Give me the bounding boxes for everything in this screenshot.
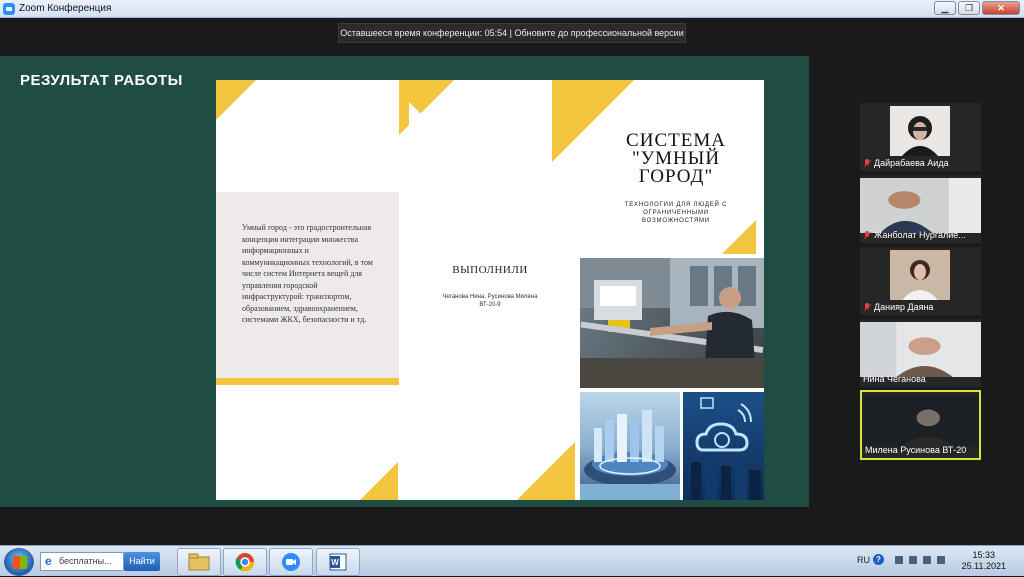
tray-app-icon[interactable] [895, 556, 903, 564]
zoom-icon [282, 553, 300, 571]
clock[interactable]: 15:33 25.11.2021 [962, 550, 1006, 572]
taskbar-zoom-button[interactable] [269, 548, 313, 576]
participant-name: Данияр Даяна [863, 302, 933, 312]
help-icon[interactable]: ? [873, 554, 884, 565]
participant-name-text: Жанболат Нургалие... [874, 230, 966, 240]
participant-name: Милена Русинова ВТ-20 [865, 445, 966, 455]
zoom-app-icon [3, 2, 15, 15]
smart-city-illustration [580, 410, 680, 500]
brochure-subtitle: ТЕХНОЛОГИИ ДЛЯ ЛЮДЕЙ С ОГРАНИЧЕННЫМИ ВОЗ… [624, 202, 728, 224]
close-button[interactable]: ✕ [982, 1, 1020, 15]
title-line: ГОРОД" [638, 166, 714, 187]
participant-tile[interactable]: Жанболат Нургалие... [860, 175, 981, 243]
participant-name-text: Данияр Даяна [874, 302, 934, 312]
participant-name-text: Милена Русинова ВТ-20 [865, 445, 967, 455]
time-remaining-banner[interactable]: Оставшееся время конференции: 05:54 | Об… [338, 23, 686, 43]
participant-video [890, 250, 950, 300]
iot-cloud-illustration [691, 397, 761, 500]
accessibility-photo [580, 258, 764, 388]
iot-cloud-photo [683, 392, 764, 500]
decor-triangle [360, 462, 398, 500]
slide-heading: РЕЗУЛЬТАТ РАБОТЫ [20, 72, 183, 89]
smart-city-photo [580, 392, 680, 500]
participant-video [860, 178, 981, 233]
participant-video [860, 322, 981, 377]
description-text: Умный город - это градостроительная конц… [242, 223, 373, 324]
participant-tile[interactable]: Дайрабаева Аида [860, 103, 981, 171]
mic-muted-icon [863, 230, 871, 240]
participant-name-text: Нина Чеганова [863, 374, 926, 384]
authors-text: Чеганова Нина, Русинова Милена ВТ-20-9 [399, 293, 581, 309]
minimize-button[interactable]: ▁ [934, 1, 956, 15]
window-controls: ▁ ❐ ✕ [934, 1, 1020, 15]
window-title: Zoom Конференция [19, 3, 112, 14]
authors-heading: ВЫПОЛНИЛИ [452, 264, 528, 276]
taskbar-explorer-button[interactable] [177, 548, 221, 576]
participant-name-text: Дайрабаева Аида [874, 158, 949, 168]
search-input[interactable]: бесплатны... [40, 552, 124, 571]
clock-time: 15:33 [972, 550, 996, 560]
restore-button[interactable]: ❐ [958, 1, 980, 15]
svg-text:W: W [331, 558, 339, 567]
tray-network-icon[interactable] [923, 556, 931, 564]
participant-name: Нина Чеганова [863, 374, 926, 384]
mic-muted-icon [863, 158, 871, 168]
participant-name: Дайрабаева Аида [863, 158, 949, 168]
chrome-icon [235, 553, 254, 572]
authors-group: ВТ-20-9 [479, 302, 501, 308]
windows-logo-icon [13, 556, 27, 569]
participant-video [890, 106, 950, 156]
participant-video [862, 395, 979, 447]
participant-tile-active-speaker[interactable]: Милена Русинова ВТ-20 [860, 390, 981, 460]
taskbar: бесплатны... Найти W RU ? 15:33 25.11.20… [0, 545, 1024, 576]
folder-icon [188, 553, 210, 571]
tray-app-icon[interactable] [909, 556, 917, 564]
tray-volume-icon[interactable] [937, 556, 945, 564]
brochure-title: СИСТЕМА "УМНЫЙ ГОРОД" [596, 131, 756, 187]
start-button[interactable] [4, 548, 34, 576]
taskbar-word-button[interactable]: W [316, 548, 360, 576]
decor-triangle [517, 442, 575, 500]
participant-tile[interactable]: Данияр Даяна [860, 247, 981, 315]
taskbar-chrome-button[interactable] [223, 548, 267, 576]
participant-name: Жанболат Нургалие... [863, 230, 966, 240]
authors-names: Чеганова Нина, Русинова Милена [442, 294, 538, 300]
accessibility-photo-illustration [580, 258, 764, 388]
mic-muted-icon [863, 302, 871, 312]
window-titlebar: Zoom Конференция ▁ ❐ ✕ [0, 0, 1024, 18]
clock-date: 25.11.2021 [961, 561, 1006, 571]
decor-triangle [722, 220, 756, 254]
brochure-image: Умный город - это градостроительная конц… [216, 80, 764, 500]
word-icon: W [329, 553, 347, 571]
find-button[interactable]: Найти [124, 552, 160, 571]
participant-tile[interactable]: Нина Чеганова [860, 319, 981, 387]
system-tray: RU ? 15:33 25.11.2021 [849, 546, 1024, 577]
language-indicator[interactable]: RU [857, 555, 870, 565]
decor-triangle [216, 80, 256, 120]
description-panel: Умный город - это градостроительная конц… [216, 192, 399, 385]
decor-triangle [409, 102, 443, 136]
